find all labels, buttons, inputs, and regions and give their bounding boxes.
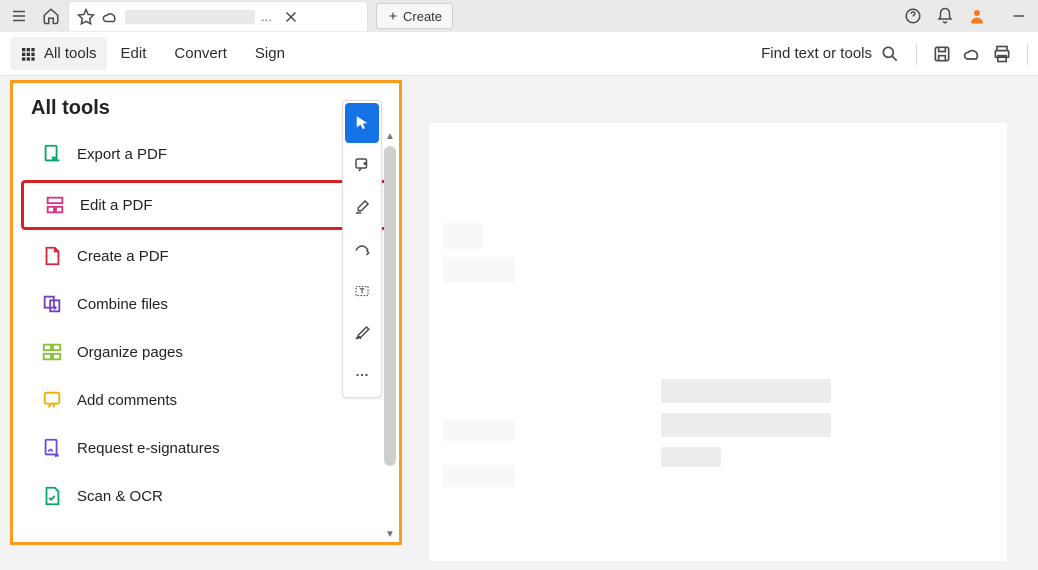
grid-icon bbox=[20, 46, 36, 62]
app-tab-bar: ... Create bbox=[0, 0, 1038, 32]
tool-label: Create a PDF bbox=[77, 248, 169, 265]
create-pdf-icon bbox=[41, 245, 63, 267]
comments-icon bbox=[41, 389, 63, 411]
tool-label: Edit a PDF bbox=[80, 197, 153, 214]
vertical-toolbar bbox=[342, 100, 382, 398]
content-placeholder bbox=[443, 257, 515, 283]
notifications-icon[interactable] bbox=[930, 2, 960, 30]
edit-pdf-icon bbox=[44, 194, 66, 216]
tool-label: Combine files bbox=[77, 296, 168, 313]
content-placeholder bbox=[661, 413, 831, 437]
tool-label: Request e-signatures bbox=[77, 440, 220, 457]
create-button[interactable]: Create bbox=[376, 3, 453, 29]
tool-label: Add comments bbox=[77, 392, 177, 409]
document-view[interactable] bbox=[428, 122, 1008, 562]
tool-export-pdf[interactable]: Export a PDF bbox=[21, 132, 391, 176]
save-icon[interactable] bbox=[927, 40, 957, 68]
all-tools-button[interactable]: All tools bbox=[10, 37, 107, 70]
text-box-tool[interactable] bbox=[345, 271, 379, 311]
home-icon[interactable] bbox=[36, 2, 66, 30]
search-icon bbox=[880, 44, 900, 64]
more-tools[interactable] bbox=[345, 355, 379, 395]
cloud-upload-icon[interactable] bbox=[957, 40, 987, 68]
tool-esign[interactable]: Request e-signatures bbox=[21, 426, 391, 470]
scroll-thumb[interactable] bbox=[384, 146, 396, 466]
hamburger-menu-icon[interactable] bbox=[4, 2, 34, 30]
star-icon[interactable] bbox=[77, 8, 95, 26]
combine-icon bbox=[41, 293, 63, 315]
tool-label: Export a PDF bbox=[77, 146, 167, 163]
document-tab[interactable]: ... bbox=[68, 1, 368, 31]
draw-tool[interactable] bbox=[345, 229, 379, 269]
menu-sign[interactable]: Sign bbox=[241, 37, 299, 70]
panel-title: All tools bbox=[31, 97, 110, 120]
add-note-tool[interactable] bbox=[345, 145, 379, 185]
scan-ocr-icon bbox=[41, 485, 63, 507]
minimize-icon[interactable] bbox=[1004, 2, 1034, 30]
find-text-button[interactable]: Find text or tools bbox=[761, 44, 900, 64]
cloud-icon bbox=[101, 8, 119, 26]
esign-icon bbox=[41, 437, 63, 459]
tool-edit-pdf[interactable]: Edit a PDF bbox=[21, 180, 391, 230]
content-placeholder bbox=[443, 419, 515, 441]
menu-edit[interactable]: Edit bbox=[107, 37, 161, 70]
help-icon[interactable] bbox=[898, 2, 928, 30]
tool-combine[interactable]: Combine files bbox=[21, 282, 391, 326]
content-placeholder bbox=[661, 379, 831, 403]
select-tool[interactable] bbox=[345, 103, 379, 143]
all-tools-label: All tools bbox=[44, 45, 97, 62]
tab-title-suffix: ... bbox=[261, 9, 272, 24]
scrollbar[interactable]: ▲ ▼ bbox=[381, 128, 399, 542]
account-icon[interactable] bbox=[962, 2, 992, 30]
tool-organize[interactable]: Organize pages bbox=[21, 330, 391, 374]
scroll-up-icon[interactable]: ▲ bbox=[381, 128, 399, 144]
content-placeholder bbox=[443, 465, 515, 487]
plus-icon bbox=[387, 10, 399, 22]
sign-tool[interactable] bbox=[345, 313, 379, 353]
tool-create-pdf[interactable]: Create a PDF bbox=[21, 234, 391, 278]
tool-label: Scan & OCR bbox=[77, 488, 163, 505]
highlight-tool[interactable] bbox=[345, 187, 379, 227]
content-area: All tools ✕ ▲ ▼ Export a PDF Edit a PDF … bbox=[0, 76, 1038, 570]
tool-scan-ocr[interactable]: Scan & OCR bbox=[21, 474, 391, 518]
close-tab-icon[interactable] bbox=[282, 8, 300, 26]
main-toolbar: All tools Edit Convert Sign Find text or… bbox=[0, 32, 1038, 76]
menu-convert[interactable]: Convert bbox=[160, 37, 241, 70]
find-text-label: Find text or tools bbox=[761, 45, 872, 62]
organize-icon bbox=[41, 341, 63, 363]
export-pdf-icon bbox=[41, 143, 63, 165]
divider bbox=[1027, 43, 1028, 65]
tool-label: Organize pages bbox=[77, 344, 183, 361]
scroll-down-icon[interactable]: ▼ bbox=[381, 526, 399, 542]
content-placeholder bbox=[443, 223, 483, 249]
divider bbox=[916, 43, 917, 65]
content-placeholder bbox=[661, 447, 721, 467]
tab-title-placeholder bbox=[125, 10, 255, 24]
tool-comments[interactable]: Add comments bbox=[21, 378, 391, 422]
create-button-label: Create bbox=[403, 9, 442, 24]
print-icon[interactable] bbox=[987, 40, 1017, 68]
